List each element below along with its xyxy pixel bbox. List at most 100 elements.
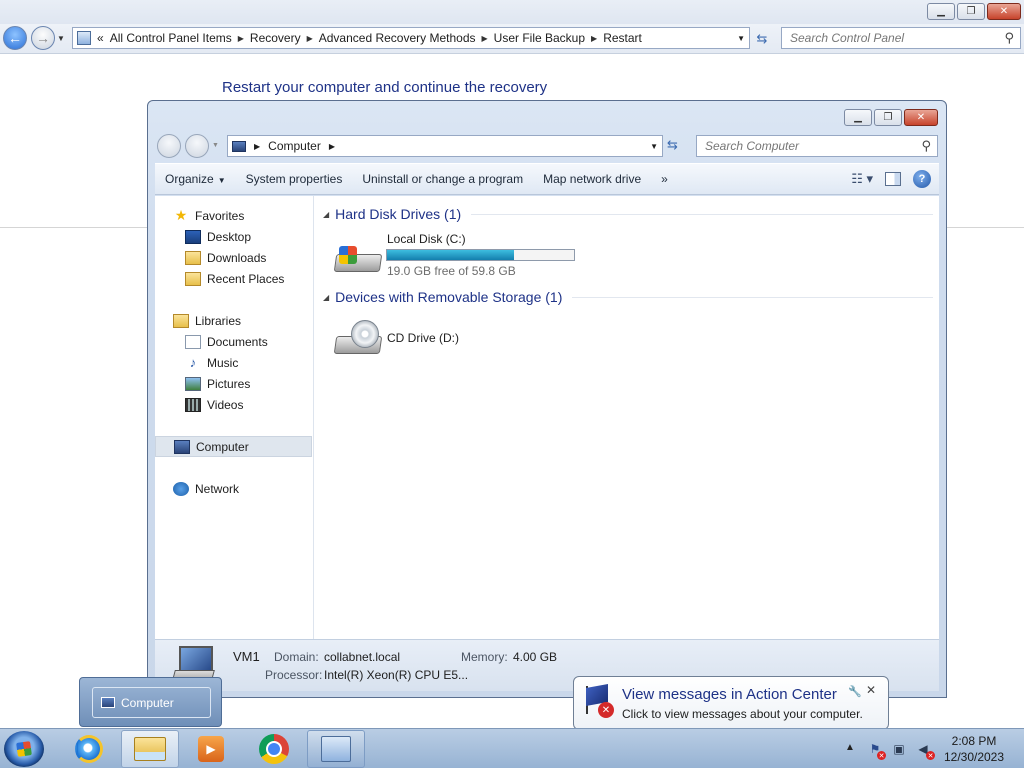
action-center-tray-icon[interactable]: ⚑ [867,741,886,760]
close-button[interactable]: ✕ [987,3,1021,20]
action-center-balloon[interactable]: ✕ View messages in Action Center Click t… [573,676,889,740]
search-icon[interactable]: ⚲ [1004,30,1014,46]
nav-item-music[interactable]: ♪ Music [155,352,312,373]
desktop-icon [185,229,201,244]
taskbar-internet-explorer[interactable] [60,730,118,768]
taskbar-media-player[interactable]: ▶ [182,730,240,768]
maximize-button[interactable]: ❐ [957,3,985,20]
maximize-button[interactable]: ❐ [874,109,902,126]
breadcrumb-separator-icon[interactable]: ▶ [254,142,260,151]
breadcrumb-separator-icon[interactable]: ▶ [238,34,244,43]
taskbar-chrome[interactable] [245,730,303,768]
breadcrumb-separator-icon[interactable]: ▶ [591,34,597,43]
breadcrumb-item[interactable]: Advanced Recovery Methods [319,31,476,45]
star-icon: ★ [174,207,188,223]
organize-label: Organize [165,172,214,186]
group-header-hard-disk[interactable]: ◢ Hard Disk Drives (1) [323,206,933,222]
minimize-button[interactable]: ▁ [927,3,955,20]
system-properties-button[interactable]: System properties [236,172,353,186]
change-view-icon[interactable]: ☷ ▾ [851,171,873,187]
address-bar[interactable]: « All Control Panel Items ▶ Recovery ▶ A… [72,27,750,49]
address-dropdown-icon[interactable]: ▼ [650,142,658,151]
disk-usage-bar [386,249,575,261]
clock[interactable]: 2:08 PM 12/30/2023 [938,733,1010,765]
breadcrumb-separator-icon[interactable]: ▶ [307,34,313,43]
search-icon[interactable]: ⚲ [921,138,931,154]
nav-item-network[interactable]: Network [155,478,312,499]
window-controls: ▁ ❐ ✕ [925,3,1021,20]
balloon-text[interactable]: Click to view messages about your comput… [622,707,863,721]
breadcrumb-item[interactable]: Computer [268,139,321,153]
organize-button[interactable]: Organize ▼ [155,172,236,186]
group-title: Hard Disk Drives (1) [335,206,462,222]
breadcrumb-item[interactable]: Recovery [250,31,301,45]
uninstall-program-button[interactable]: Uninstall or change a program [352,172,533,186]
show-hidden-icons-icon[interactable]: ▲ [845,742,855,753]
breadcrumb-item[interactable]: User File Backup [494,31,585,45]
preview-pane-icon[interactable] [885,172,901,186]
start-button[interactable] [4,731,44,767]
help-icon[interactable]: ? [913,170,931,188]
libraries-icon [173,313,189,328]
window-controls: ▁ ❐ ✕ [842,109,938,126]
thumbnail-item-computer[interactable]: Computer [92,687,211,718]
close-icon[interactable]: ✕ [866,683,876,697]
media-player-icon: ▶ [198,736,224,762]
volume-tray-icon[interactable]: ◀ [915,741,935,760]
taskbar-thumbnail-popup: Computer [79,677,222,727]
recent-pages-dropdown-icon[interactable]: ▼ [57,34,65,43]
internet-explorer-icon [75,735,103,763]
nav-item-computer[interactable]: Computer [155,436,312,457]
taskbar-windows-explorer[interactable] [121,730,179,768]
collapse-triangle-icon[interactable]: ◢ [323,210,329,219]
search-computer-input[interactable]: Search Computer ⚲ [696,135,938,157]
nav-item-libraries[interactable]: Libraries [155,310,312,331]
nav-item-favorites[interactable]: ★ Favorites [155,205,312,226]
minimize-button[interactable]: ▁ [844,109,872,126]
breadcrumb-item[interactable]: All Control Panel Items [110,31,232,45]
computer-window: ▁ ❐ ✕ ▼ ▶ Computer ▶ ▼ ⇆ Search Computer… [147,100,947,698]
drive-name: CD Drive (D:) [387,331,459,345]
control-panel-icon [321,736,351,762]
collapse-triangle-icon[interactable]: ◢ [323,293,329,302]
nav-label: Documents [207,334,268,349]
nav-item-downloads[interactable]: Downloads [155,247,312,268]
nav-item-desktop[interactable]: Desktop [155,226,312,247]
network-tray-icon[interactable]: ▣ [891,741,907,757]
back-button[interactable]: ← [3,26,27,50]
domain-label: Domain: [274,650,319,664]
videos-icon [185,397,201,412]
nav-item-recent-places[interactable]: Recent Places [155,268,312,289]
music-icon: ♪ [189,355,197,370]
forward-button[interactable]: → [31,26,55,50]
nav-label: Pictures [207,376,251,391]
taskbar-control-panel[interactable] [307,730,365,768]
search-control-panel-input[interactable]: Search Control Panel ⚲ [781,27,1021,49]
forward-button[interactable] [185,134,209,158]
map-network-drive-button[interactable]: Map network drive [533,172,651,186]
computer-icon [101,697,115,708]
nav-item-pictures[interactable]: Pictures [155,373,312,394]
drive-name: Local Disk (C:) [387,232,466,246]
wrench-icon[interactable]: 🔧 [848,685,862,698]
nav-item-documents[interactable]: Documents [155,331,312,352]
address-bar[interactable]: ▶ Computer ▶ ▼ [227,135,663,157]
computer-name: VM1 [233,649,260,664]
nav-item-videos[interactable]: Videos [155,394,312,415]
drive-free-space: 19.0 GB free of 59.8 GB [387,264,516,278]
search-placeholder: Search Control Panel [790,31,905,45]
back-button[interactable] [157,134,181,158]
close-button[interactable]: ✕ [904,109,938,126]
refresh-icon[interactable]: ⇆ [752,29,772,49]
breadcrumb-separator-icon[interactable]: ▶ [482,34,488,43]
breadcrumb-separator-icon[interactable]: ▶ [329,142,335,151]
balloon-title[interactable]: View messages in Action Center [622,686,837,703]
address-dropdown-icon[interactable]: ▼ [737,34,745,43]
refresh-icon[interactable]: ⇆ [667,137,678,153]
more-commands-button[interactable]: » [651,172,678,186]
breadcrumb-item[interactable]: Restart [603,31,642,45]
group-header-removable[interactable]: ◢ Devices with Removable Storage (1) [323,289,933,305]
recent-pages-dropdown-icon[interactable]: ▼ [212,142,219,149]
chrome-icon [259,734,289,764]
breadcrumb-overflow[interactable]: « [97,31,104,45]
